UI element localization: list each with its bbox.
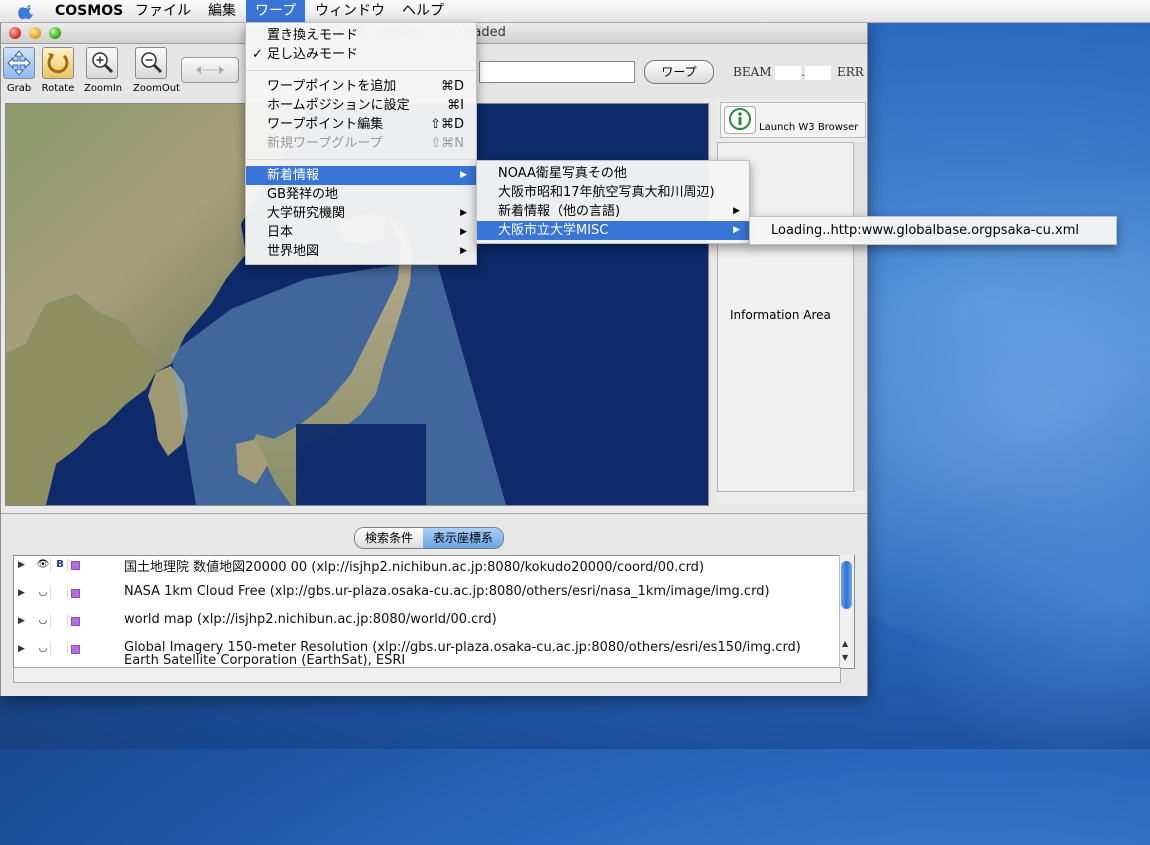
menu-item-add-mode[interactable]: ✓ 足し込みモード — [246, 45, 476, 64]
grab-icon — [7, 50, 31, 76]
submenu-arrow-icon: ▶ — [460, 227, 467, 237]
tab-display-coords[interactable]: 表示座標系 — [423, 528, 504, 548]
menu-item-set-home[interactable]: ホームポジションに設定 ⌘I — [246, 96, 476, 115]
menu-item-universities[interactable]: 大学研究機関 ▶ — [246, 204, 476, 223]
menu-item-japan[interactable]: 日本 ▶ — [246, 223, 476, 242]
b-flag[interactable] — [53, 614, 68, 628]
list-item[interactable]: ▶ ◡ NASA 1km Cloud Free (xlp://gbs.ur-pl… — [14, 584, 840, 612]
zoomout-tool[interactable]: ZoomOut — [133, 47, 180, 94]
beam-label: BEAM — [733, 65, 772, 79]
closed-eye-icon[interactable]: ◡ — [36, 642, 51, 656]
menu-edit[interactable]: 編集 — [199, 0, 245, 22]
rotate-label: Rotate — [41, 83, 75, 94]
disclosure-triangle-icon[interactable]: ▶ — [18, 616, 25, 626]
b-flag[interactable] — [53, 586, 68, 600]
information-area-label: Information Area — [730, 308, 831, 322]
closed-eye-icon[interactable]: ◡ — [36, 614, 51, 628]
b-flag[interactable]: B — [53, 558, 68, 572]
menu-item-new-info-other-lang[interactable]: 新着情報（他の言語) ▶ — [477, 202, 749, 221]
list-item[interactable]: ▶ 👁 B 国土地理院 数値地図20000 00 (xlp://isjhp2.n… — [14, 556, 840, 584]
menu-item-replace-mode[interactable]: 置き換えモード — [246, 26, 476, 45]
beam-value-1 — [775, 65, 802, 80]
menu-window[interactable]: ウィンドウ — [306, 0, 394, 22]
list-horizontal-scrollbar[interactable] — [13, 667, 841, 683]
menu-item-new-warp-group: 新規ワープグループ ⇧⌘N — [267, 136, 464, 151]
zoomin-label: ZoomIn — [84, 83, 123, 94]
rotate-icon — [47, 53, 69, 74]
menu-item-loading[interactable]: Loading..http:www.globalbase.orgpsaka-cu… — [750, 221, 1116, 240]
menu-bar: COSMOS ファイル 編集 ワープ ウィンドウ ヘルプ — [0, 0, 1150, 23]
scroll-down-icon[interactable]: ▼ — [842, 653, 848, 662]
warp-menu: 置き換えモード ✓ 足し込みモード ワープポイントを追加 ⌘D ホームポジションに設… — [245, 22, 477, 265]
b-flag[interactable] — [53, 642, 68, 656]
menu-help[interactable]: ヘルプ — [393, 0, 453, 22]
misc-submenu: Loading..http:www.globalbase.orgpsaka-cu… — [749, 216, 1117, 245]
beam-readout: BEAM . — [733, 65, 832, 80]
menu-item-osaka-aerial[interactable]: 大阪市昭和17年航空写真大和川周辺) — [477, 183, 749, 202]
menu-item-edit-warp-point[interactable]: ワープポイント編集 ⇧⌘D — [246, 115, 476, 134]
launch-w3-browser-button[interactable]: Launch W3 Browser — [720, 102, 866, 138]
zoomin-tool[interactable]: ZoomIn — [84, 47, 123, 94]
submenu-arrow-icon: ▶ — [460, 170, 467, 180]
zoom-button[interactable] — [49, 27, 61, 39]
list-item[interactable]: ▶ ◡ Global Imagery 150-meter Resolution … — [14, 640, 840, 668]
zoomout-label: ZoomOut — [133, 83, 180, 94]
rotate-tool[interactable]: Rotate — [40, 47, 76, 94]
menu-separator — [246, 70, 476, 71]
layer-name: NASA 1km Cloud Free (xlp://gbs.ur-plaza.… — [124, 584, 770, 599]
launch-w3-label: Launch W3 Browser — [759, 122, 859, 133]
info-scrollbar[interactable] — [853, 142, 866, 490]
list-item[interactable]: ▶ ◡ world map (xlp://isjhp2.nichibun.ac.… — [14, 612, 840, 640]
scroll-up-icon[interactable]: ▲ — [842, 639, 848, 648]
eye-icon[interactable]: 👁 — [36, 558, 51, 572]
submenu-arrow-icon: ▶ — [460, 208, 467, 218]
color-swatch[interactable] — [71, 645, 80, 654]
info-icon — [729, 108, 751, 130]
layer-list: ▶ 👁 B 国土地理院 数値地図20000 00 (xlp://isjhp2.n… — [13, 555, 855, 669]
closed-eye-icon[interactable]: ◡ — [36, 586, 51, 600]
tab-search-conditions[interactable]: 検索条件 — [355, 528, 424, 548]
submenu-arrow-icon: ▶ — [733, 225, 740, 235]
checkmark-icon: ✓ — [252, 47, 263, 62]
menu-separator — [246, 159, 476, 160]
back-forward-icon — [196, 66, 224, 74]
color-swatch[interactable] — [71, 617, 80, 626]
menu-item-noaa[interactable]: NOAA衛星写真その他 — [477, 164, 749, 183]
apple-icon[interactable] — [17, 2, 37, 20]
minimize-button[interactable] — [29, 27, 41, 39]
menu-item-world-map[interactable]: 世界地図 ▶ — [246, 242, 476, 261]
layer-pane: 検索条件 表示座標系 ▶ 👁 B 国土地理院 数値地図20000 00 (xlp… — [1, 513, 867, 696]
disclosure-triangle-icon[interactable]: ▶ — [18, 560, 25, 570]
layer-credit: Earth Satellite Corporation (EarthSat), … — [124, 653, 406, 668]
zoom-in-icon — [92, 52, 114, 74]
menu-item-osaka-cu-misc[interactable]: 大阪市立大学MISC ▶ — [477, 221, 749, 240]
err-label: ERR — [837, 65, 864, 79]
menu-warp[interactable]: ワープ — [246, 0, 306, 22]
menu-file[interactable]: ファイル — [126, 0, 200, 22]
submenu-arrow-icon: ▶ — [460, 246, 467, 256]
close-button[interactable] — [9, 27, 21, 39]
submenu-arrow-icon: ▶ — [733, 206, 740, 216]
grab-tool[interactable]: Grab — [1, 47, 37, 94]
layer-name: 国土地理院 数値地図20000 00 (xlp://isjhp2.nichibu… — [124, 560, 705, 575]
list-vertical-scrollbar[interactable]: ▲ ▼ — [839, 555, 854, 667]
menu-item-gb-birthplace[interactable]: GB発祥の地 — [246, 185, 476, 204]
disclosure-triangle-icon[interactable]: ▶ — [18, 644, 25, 654]
menu-item-new-info[interactable]: 新着情報 ▶ — [246, 166, 476, 185]
scroll-thumb[interactable] — [841, 561, 852, 609]
color-swatch[interactable] — [71, 561, 80, 570]
color-swatch[interactable] — [71, 589, 80, 598]
beam-value-2 — [805, 65, 832, 80]
menu-item-add-warp-point[interactable]: ワープポイントを追加 ⌘D — [246, 77, 476, 96]
disclosure-triangle-icon[interactable]: ▶ — [18, 588, 25, 598]
grab-label: Grab — [6, 83, 32, 94]
layer-name: world map (xlp://isjhp2.nichibun.ac.jp:8… — [124, 612, 497, 627]
url-field[interactable] — [479, 61, 635, 83]
new-info-submenu: NOAA衛星写真その他 大阪市昭和17年航空写真大和川周辺) 新着情報（他の言語… — [476, 160, 750, 244]
menu-app-name[interactable]: COSMOS — [46, 0, 132, 22]
tab-group: 検索条件 表示座標系 — [354, 527, 505, 549]
warp-button[interactable]: ワープ — [644, 60, 714, 84]
nav-arrows[interactable] — [181, 57, 239, 83]
zoom-out-icon — [141, 52, 163, 74]
